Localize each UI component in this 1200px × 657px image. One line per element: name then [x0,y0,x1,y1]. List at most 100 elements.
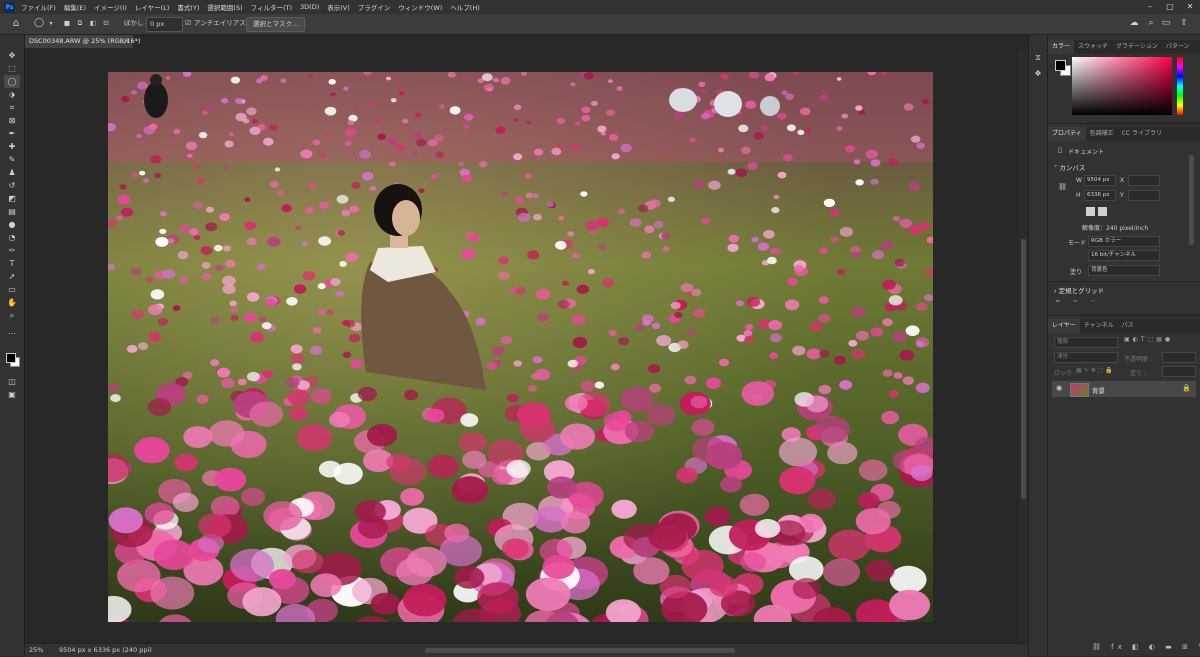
menu-edit[interactable]: 編集(E) [64,2,86,12]
menu-3d[interactable]: 3D(D) [300,3,319,11]
move-tool-icon[interactable]: ✥ [4,49,20,62]
canvas-section-title[interactable]: ˅ カンバス [1054,162,1085,172]
share-icon[interactable]: ⇪ [1178,17,1190,30]
x-field[interactable] [1128,175,1160,186]
layer-row[interactable]: ◉ 背景 🔒 [1052,381,1196,397]
layer-name[interactable]: 背景 [1092,385,1105,395]
intersect-selection-icon[interactable]: ⊡ [101,17,111,30]
menu-plugins[interactable]: プラグイン [358,2,391,12]
screen-mode-icon[interactable]: ▣ [4,388,20,401]
healing-brush-tool-icon[interactable]: ✚ [4,140,20,153]
minimize-icon[interactable]: – [1140,0,1160,14]
tab-layers[interactable]: レイヤー [1048,319,1080,333]
tab-paths[interactable]: パス [1118,319,1138,333]
app-logo[interactable]: Ps [4,1,15,13]
bit-depth-select[interactable]: 16 bit/チャンネル [1088,250,1160,261]
layer-filter-input[interactable]: 種類 [1054,337,1118,348]
brush-settings-icon[interactable]: ❖ [1030,67,1046,80]
height-field[interactable]: 6336 px [1084,190,1116,201]
quick-mask-icon[interactable]: ◫ [4,375,20,388]
close-tab-icon[interactable]: × [124,35,130,48]
history-panel-icon[interactable]: ⧖ [1030,51,1046,64]
lasso-tool-icon[interactable]: ◯ [4,75,20,88]
document-dimensions[interactable]: 9504 px x 6336 px (240 ppi) [59,644,152,657]
cloud-icon[interactable]: ☁ [1128,17,1140,30]
rectangle-tool-icon[interactable]: ▭ [4,283,20,296]
lock-icon[interactable]: 🔒 [1182,384,1191,392]
document-tab[interactable]: DSC00348.ARW @ 25% (RGB/16*) × [25,35,140,48]
select-mask-button[interactable]: 選択とマスク... [246,17,306,32]
tab-properties[interactable]: プロパティ [1048,127,1086,141]
vertical-scroll-thumb[interactable] [1021,239,1026,499]
link-icon[interactable]: ⛓ [1058,183,1067,191]
tab-libraries[interactable]: CC ライブラリ [1118,127,1166,141]
blur-tool-icon[interactable]: ● [4,218,20,231]
blend-mode-select[interactable]: 通常 [1054,352,1118,363]
hue-slider[interactable] [1177,57,1183,115]
pen-tool-icon[interactable]: ✑ [4,244,20,257]
close-icon[interactable]: ✕ [1180,0,1200,14]
lasso-icon[interactable]: ◯ [32,17,46,30]
gradient-tool-icon[interactable]: ▤ [4,205,20,218]
tab-channels[interactable]: チャンネル [1080,319,1118,333]
guides-section-title[interactable]: › 定規とグリッド [1054,285,1104,295]
menu-file[interactable]: ファイル(F) [21,2,56,12]
color-picker-field[interactable] [1072,57,1172,115]
frame-tool-icon[interactable]: ⊠ [4,114,20,127]
tab-swatches[interactable]: スウォッチ [1074,40,1112,54]
fill-opacity-field[interactable] [1162,366,1196,377]
y-field[interactable] [1128,190,1160,201]
zoom-level[interactable]: 25% [29,644,43,657]
lock-icons[interactable]: ▦✎✥⬚🔒 [1076,367,1115,374]
tab-patterns[interactable]: パターン [1162,40,1194,54]
maximize-icon[interactable]: □ [1160,0,1180,14]
marquee-tool-icon[interactable]: ⬚ [4,62,20,75]
foreground-color-swatch[interactable] [6,353,16,363]
tab-adjustments[interactable]: 色調補正 [1086,127,1118,141]
opacity-field[interactable] [1162,352,1196,363]
eraser-tool-icon[interactable]: ◩ [4,192,20,205]
menu-image[interactable]: イメージ(I) [94,2,127,12]
menu-window[interactable]: ウィンドウ(W) [398,2,442,12]
layer-filter-icons[interactable]: ▣◐T⬚▤● [1124,336,1173,343]
landscape-orientation-icon[interactable] [1098,207,1107,216]
menu-type[interactable]: 書式(Y) [177,2,199,12]
menu-select[interactable]: 選択範囲(S) [207,2,242,12]
menu-help[interactable]: ヘルプ(H) [450,2,479,12]
layer-footer-icons[interactable]: ⛓ fx ◧ ◐ ▬ ⊞ 🗑 [1092,643,1200,651]
home-icon[interactable]: ⌂ [10,17,22,30]
workspace-icon[interactable]: ▭ [1160,17,1172,30]
brush-tool-icon[interactable]: ✎ [4,153,20,166]
tab-color[interactable]: カラー [1048,40,1075,54]
canvas-vertical-scrollbar[interactable] [1019,49,1028,643]
feather-input[interactable]: 0 px [146,17,183,32]
menu-filter[interactable]: フィルター(T) [251,2,292,12]
portrait-orientation-icon[interactable] [1086,207,1095,216]
add-selection-icon[interactable]: ⧉ [75,17,85,30]
eye-icon[interactable]: ◉ [1056,384,1062,392]
menu-view[interactable]: 表示(V) [327,2,350,12]
fill-select[interactable]: 背景色 [1088,265,1160,276]
guide-line-icons[interactable]: ━ ┅ ┄ [1056,298,1101,305]
antialias-checkbox[interactable]: ☑ [184,17,192,30]
path-select-tool-icon[interactable]: ➚ [4,270,20,283]
crop-tool-icon[interactable]: ⌗ [4,101,20,114]
clone-stamp-tool-icon[interactable]: ♟ [4,166,20,179]
type-tool-icon[interactable]: T [4,257,20,270]
eyedropper-tool-icon[interactable]: ✒ [4,127,20,140]
dodge-tool-icon[interactable]: ◔ [4,231,20,244]
document-photo[interactable] [108,72,933,622]
panel-foreground-swatch[interactable] [1055,60,1066,71]
tab-gradients[interactable]: グラデーション [1112,40,1162,54]
zoom-tool-icon[interactable]: ⌕ [4,309,20,322]
horizontal-scroll-thumb[interactable] [425,648,735,653]
properties-scroll-thumb[interactable] [1189,155,1194,245]
mode-select[interactable]: RGB カラー [1088,236,1160,247]
object-select-tool-icon[interactable]: ⬗ [4,88,20,101]
menu-layer[interactable]: レイヤー(L) [135,2,170,12]
subtract-selection-icon[interactable]: ◧ [88,17,98,30]
new-selection-icon[interactable]: ■ [62,17,72,30]
chevron-down-icon[interactable]: ▾ [47,17,55,30]
width-field[interactable]: 9504 px [1084,175,1116,186]
hand-tool-icon[interactable]: ✋ [4,296,20,309]
